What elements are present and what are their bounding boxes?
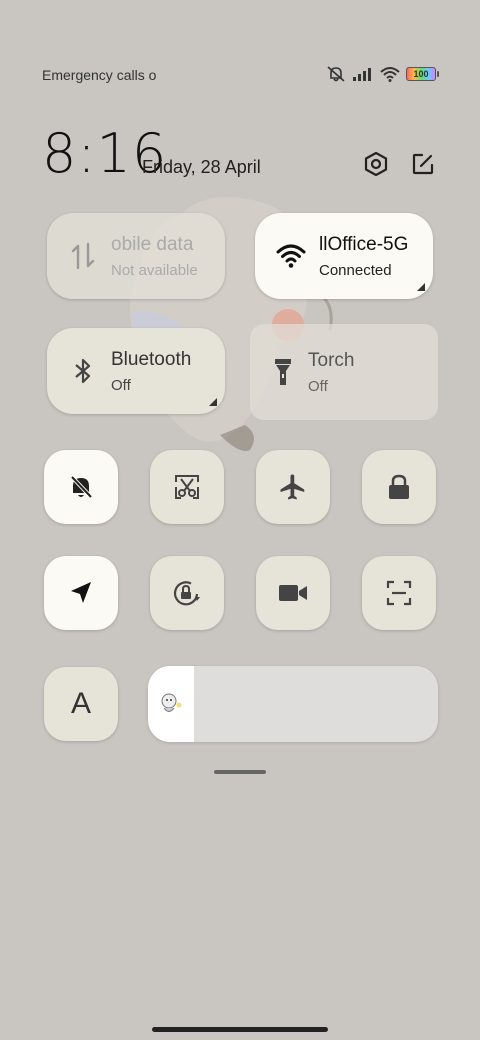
settings-button[interactable] — [362, 150, 390, 178]
location-toggle[interactable] — [44, 556, 118, 630]
panel-drag-handle[interactable] — [214, 770, 266, 774]
edit-icon — [412, 153, 434, 175]
mute-notifications-icon — [327, 66, 345, 82]
brightness-thumb-sticker-icon — [161, 693, 182, 712]
mobile-data-tile[interactable]: obile data Not available — [47, 213, 225, 299]
status-icons: 100 — [326, 66, 439, 82]
mobile-data-icon — [71, 242, 95, 270]
silent-toggle[interactable] — [44, 450, 118, 524]
airplane-mode-toggle[interactable] — [256, 450, 330, 524]
torch-status: Off — [308, 377, 328, 395]
wifi-status-icon — [380, 67, 400, 82]
bluetooth-icon — [75, 358, 91, 384]
home-indicator[interactable] — [152, 1027, 328, 1032]
bluetooth-tile[interactable]: Bluetooth Off — [47, 328, 225, 414]
scanner-toggle[interactable] — [362, 556, 436, 630]
lock-icon — [389, 474, 409, 499]
screen-recorder-toggle[interactable] — [256, 556, 330, 630]
battery-icon: 100 — [406, 67, 439, 81]
screenshot-icon — [175, 475, 199, 499]
cellular-signal-icon — [353, 68, 371, 81]
video-camera-icon — [279, 585, 307, 601]
wifi-expand-indicator[interactable] — [417, 283, 425, 291]
status-carrier-text: Emergency calls o — [42, 67, 157, 83]
bluetooth-expand-indicator[interactable] — [209, 398, 217, 406]
date[interactable]: Friday, 28 April — [142, 157, 261, 178]
bluetooth-title: Bluetooth — [111, 348, 192, 370]
screenshot-toggle[interactable] — [150, 450, 224, 524]
mobile-data-status: Not available — [111, 261, 198, 279]
rotation-lock-toggle[interactable] — [150, 556, 224, 630]
torch-title: Torch — [308, 349, 355, 371]
edit-tiles-button[interactable] — [409, 150, 437, 178]
mobile-data-title: obile data — [111, 233, 194, 255]
wifi-status: Connected — [319, 261, 392, 279]
lock-screen-toggle[interactable] — [362, 450, 436, 524]
wifi-network-name: llOffice-5G — [319, 233, 409, 255]
wifi-icon — [276, 244, 306, 268]
torch-tile[interactable]: Torch Off — [250, 324, 438, 420]
auto-brightness-button[interactable]: A — [44, 667, 118, 741]
auto-brightness-label: A — [70, 687, 91, 720]
rotation-lock-icon — [173, 581, 200, 606]
airplane-icon — [280, 474, 305, 500]
torch-icon — [275, 359, 291, 385]
wifi-tile[interactable]: llOffice-5G Connected — [255, 213, 433, 299]
location-icon — [71, 582, 91, 603]
settings-hexagon-icon — [364, 151, 388, 177]
scanner-icon — [386, 580, 412, 606]
silent-icon — [70, 475, 93, 499]
brightness-slider-fill — [148, 666, 195, 742]
brightness-slider[interactable] — [148, 666, 438, 742]
bluetooth-status: Off — [111, 376, 131, 394]
